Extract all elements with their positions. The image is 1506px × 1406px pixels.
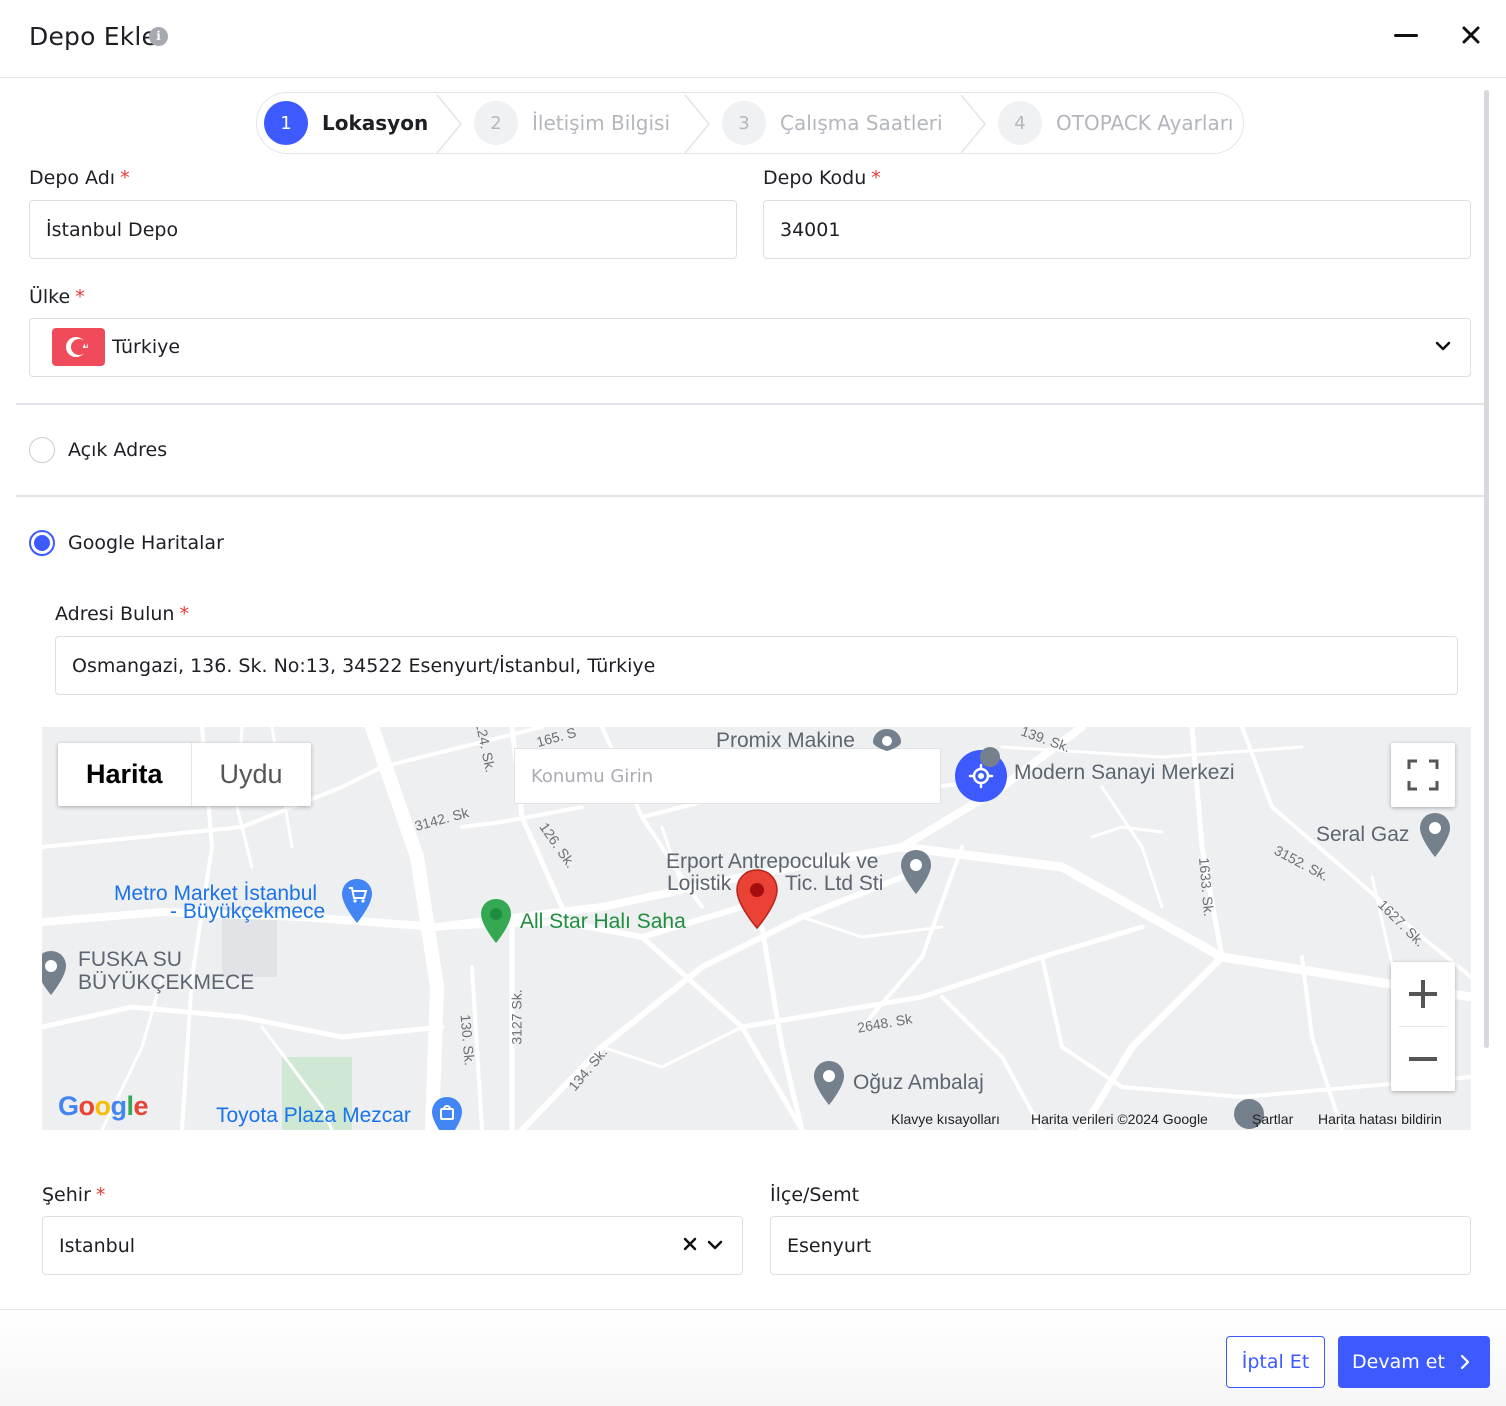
step-label: OTOPACK Ayarları bbox=[1056, 111, 1234, 135]
map-type-tabs: Harita Uydu bbox=[58, 743, 311, 806]
poi-label: Oğuz Ambalaj bbox=[853, 1071, 984, 1094]
poi-label: Promix Makine bbox=[716, 729, 855, 752]
map-pin-icon bbox=[42, 951, 66, 995]
continue-label: Devam et bbox=[1352, 1351, 1445, 1373]
poi-label: Modern Sanayi Merkezi bbox=[1014, 761, 1235, 784]
minimize-icon bbox=[1394, 34, 1418, 37]
continue-button[interactable]: Devam et bbox=[1338, 1336, 1490, 1388]
map-pin-icon bbox=[814, 1061, 844, 1105]
map-pin-icon bbox=[980, 747, 1000, 767]
find-address-label: Adresi Bulun * bbox=[55, 603, 189, 625]
step-separator-icon bbox=[684, 94, 710, 153]
map-pin-icon bbox=[901, 850, 931, 894]
step-number: 2 bbox=[474, 101, 518, 145]
report-map-error-link[interactable]: Harita hatası bildirin bbox=[1318, 1111, 1442, 1127]
warehouse-code-label: Depo Kodu * bbox=[763, 167, 881, 189]
divider bbox=[16, 495, 1484, 497]
map-search-input[interactable]: Konumu Girin bbox=[514, 748, 941, 804]
location-marker-icon[interactable] bbox=[735, 868, 779, 930]
poi-label: All Star Halı Saha bbox=[520, 910, 686, 933]
dialog-header: Depo Ekle i bbox=[0, 0, 1506, 78]
poi-label: Erport Antrepoculuk ve bbox=[666, 850, 879, 873]
minus-icon bbox=[1409, 1057, 1437, 1061]
country-select[interactable]: Türkiye bbox=[29, 318, 1471, 377]
step-otopack-settings[interactable]: 4 OTOPACK Ayarları bbox=[998, 93, 1233, 153]
map-tab-satellite[interactable]: Uydu bbox=[190, 743, 311, 806]
cancel-button[interactable]: İptal Et bbox=[1226, 1336, 1325, 1388]
city-select[interactable]: Istanbul bbox=[42, 1216, 743, 1275]
district-label: İlçe/Semt bbox=[770, 1184, 860, 1206]
shopping-cart-pin-icon bbox=[342, 879, 372, 923]
country-label: Ülke * bbox=[29, 286, 85, 308]
poi-label: - Büyükçekmece bbox=[170, 900, 326, 923]
keyboard-shortcuts-link[interactable]: Klavye kısayolları bbox=[891, 1111, 1000, 1127]
plus-icon bbox=[1409, 980, 1437, 1008]
map-pin-icon bbox=[1420, 813, 1450, 857]
poi-label: Toyota Plaza Mezcar bbox=[216, 1104, 411, 1127]
poi-label: Tic. Ltd Sti bbox=[785, 872, 884, 895]
scrollbar[interactable] bbox=[1484, 90, 1489, 1048]
map-tab-map[interactable]: Harita bbox=[58, 743, 191, 806]
poi-label: BÜYÜKÇEKMECE bbox=[78, 971, 255, 994]
shopping-bag-pin-icon bbox=[432, 1097, 462, 1130]
warehouse-name-input[interactable]: İstanbul Depo bbox=[29, 200, 737, 259]
open-address-radio[interactable] bbox=[29, 437, 55, 463]
step-label: Çalışma Saatleri bbox=[780, 111, 943, 135]
city-label: Şehir * bbox=[42, 1184, 106, 1206]
chevron-down-icon bbox=[1435, 341, 1451, 351]
warehouse-code-input[interactable]: 34001 bbox=[763, 200, 1471, 259]
terms-link[interactable]: Şartlar bbox=[1252, 1111, 1293, 1127]
district-input[interactable]: Esenyurt bbox=[770, 1216, 1471, 1275]
warehouse-name-label: Depo Adı * bbox=[29, 167, 130, 189]
google-map[interactable]: Harita Uydu Konumu Girin 124. Sk. 165. S… bbox=[42, 727, 1471, 1130]
city-value: Istanbul bbox=[59, 1234, 136, 1257]
close-button[interactable] bbox=[1457, 20, 1485, 50]
dialog-title: Depo Ekle bbox=[29, 22, 158, 51]
close-icon bbox=[1462, 26, 1480, 44]
step-separator-icon bbox=[436, 94, 462, 153]
fullscreen-button[interactable] bbox=[1391, 743, 1455, 807]
google-maps-label[interactable]: Google Haritalar bbox=[68, 532, 224, 554]
google-logo: Google bbox=[58, 1091, 149, 1121]
map-data-attribution: Harita verileri ©2024 Google bbox=[1031, 1111, 1208, 1127]
step-label: İletişim Bilgisi bbox=[532, 111, 671, 135]
turkey-flag-icon bbox=[52, 328, 105, 366]
step-separator-icon bbox=[960, 94, 986, 153]
info-icon[interactable]: i bbox=[149, 27, 168, 46]
chevron-right-icon bbox=[1460, 1354, 1470, 1370]
step-number: 4 bbox=[998, 101, 1042, 145]
poi-label: Seral Gaz bbox=[1316, 823, 1410, 846]
zoom-in-button[interactable] bbox=[1391, 962, 1455, 1026]
step-working-hours[interactable]: 3 Çalışma Saatleri bbox=[722, 93, 943, 153]
find-address-input[interactable]: Osmangazi, 136. Sk. No:13, 34522 Esenyur… bbox=[55, 636, 1458, 695]
street-label: 3127 Sk. bbox=[508, 989, 525, 1045]
google-maps-radio[interactable] bbox=[29, 530, 55, 556]
stepper: 1 Lokasyon 2 İletişim Bilgisi 3 Çalışma … bbox=[256, 92, 1244, 154]
zoom-controls bbox=[1391, 962, 1455, 1091]
step-number: 3 bbox=[722, 101, 766, 145]
clear-icon[interactable] bbox=[682, 1236, 698, 1252]
poi-label: FUSKA SU bbox=[78, 948, 182, 971]
divider bbox=[16, 403, 1484, 405]
poi-label: Lojistik bbox=[667, 872, 732, 895]
step-contact[interactable]: 2 İletişim Bilgisi bbox=[474, 93, 670, 153]
step-number: 1 bbox=[264, 101, 308, 145]
country-value: Türkiye bbox=[112, 336, 181, 358]
minimize-button[interactable] bbox=[1390, 22, 1422, 50]
zoom-out-button[interactable] bbox=[1391, 1027, 1455, 1091]
step-label: Lokasyon bbox=[322, 111, 429, 135]
open-address-label[interactable]: Açık Adres bbox=[68, 439, 167, 461]
fullscreen-icon bbox=[1407, 759, 1439, 791]
map-pin-icon bbox=[873, 729, 901, 751]
step-location[interactable]: 1 Lokasyon bbox=[264, 93, 428, 153]
chevron-down-icon bbox=[707, 1240, 723, 1250]
map-pin-icon bbox=[481, 899, 511, 943]
